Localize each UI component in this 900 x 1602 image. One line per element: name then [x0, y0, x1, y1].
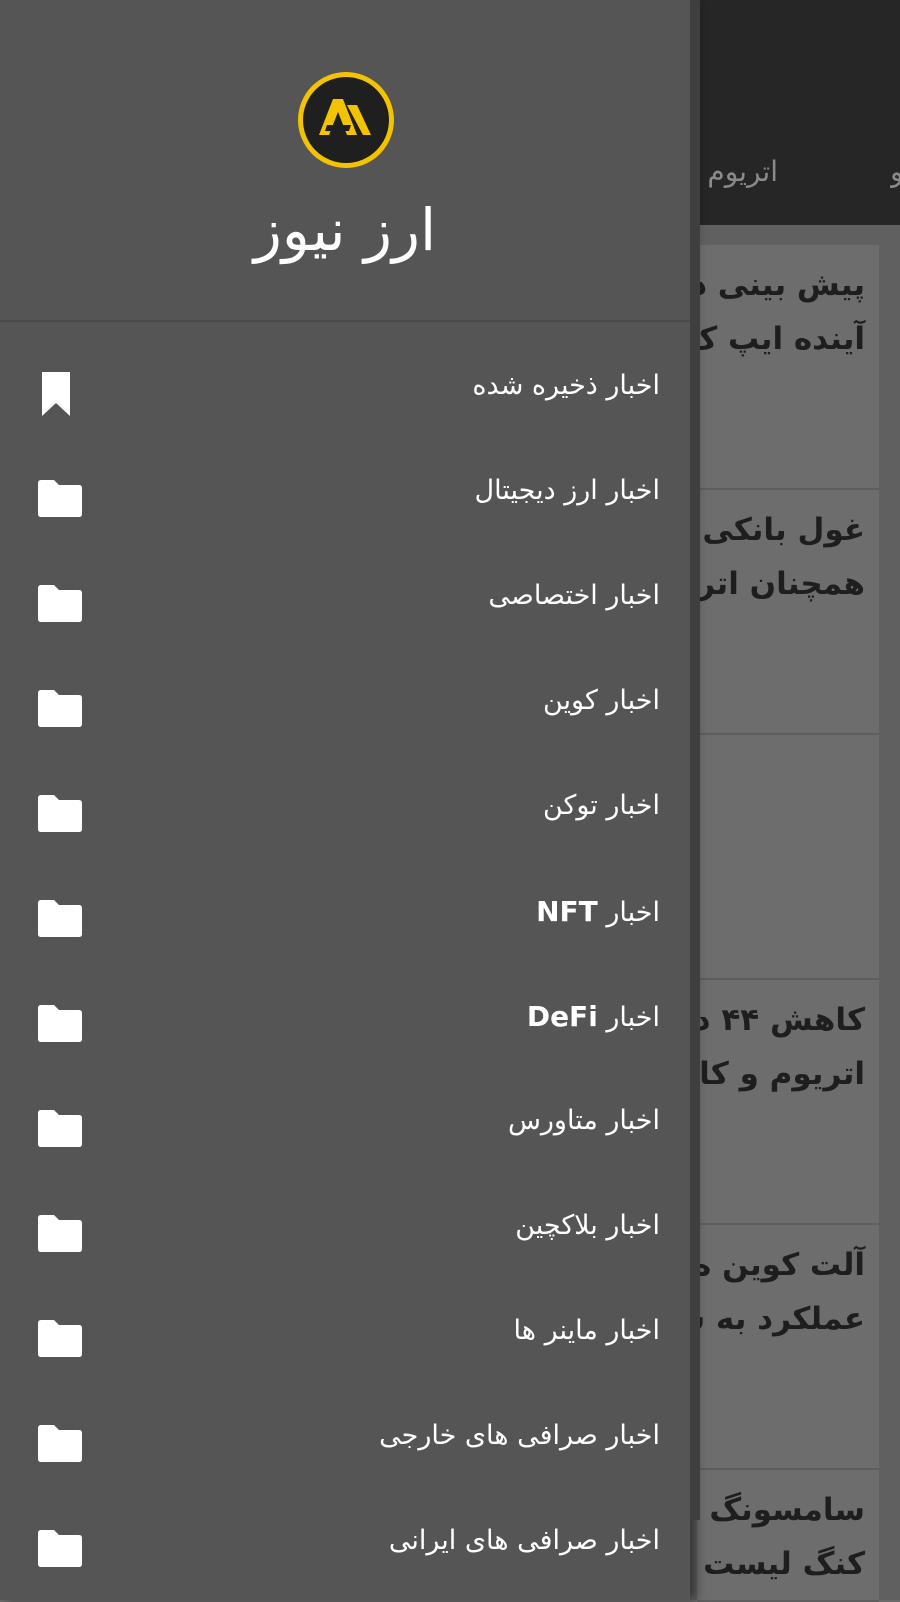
menu-item-coin-news[interactable]: اخبار کوین [0, 655, 690, 760]
tab-next[interactable]: و [890, 155, 900, 188]
news-card[interactable]: غول بانکی همچنان اتری [697, 490, 879, 735]
menu-item-label: اخبار صرافی های ایرانی [388, 1525, 660, 1556]
menu-item-miner-news[interactable]: اخبار ماینر ها [0, 1285, 690, 1390]
news-card[interactable]: کاهش ۴۴ د اتریوم و کا [697, 980, 879, 1225]
folder-icon [38, 690, 82, 727]
folder-icon [38, 1110, 82, 1147]
folder-icon [38, 1425, 82, 1462]
folder-icon [38, 585, 82, 622]
news-card[interactable]: آلت کوین ه عملکرد به ش [697, 1225, 879, 1470]
menu-item-label-word: اخبار [606, 1002, 660, 1033]
menu-item-token-news[interactable]: اخبار توکن [0, 760, 690, 865]
folder-icon [38, 1005, 82, 1042]
news-title-line: کاهش ۴۴ د [697, 1002, 865, 1038]
menu-item-label: اخبار بلاکچین [515, 1210, 660, 1241]
drawer-menu: اخبار ذخیره شده اخبار ارز دیجیتال اخبار … [0, 340, 690, 1600]
menu-item-label: اخبار صرافی های خارجی [379, 1420, 660, 1451]
drawer-scrollbar[interactable] [690, 0, 700, 1520]
menu-item-metaverse-news[interactable]: اخبار متاورس [0, 1075, 690, 1180]
menu-item-exclusive-news[interactable]: اخبار اختصاصی [0, 550, 690, 655]
folder-icon [38, 1530, 82, 1567]
news-title-line: غول بانکی [702, 512, 865, 548]
menu-item-label-latin: NFT [536, 895, 598, 928]
folder-icon [38, 900, 82, 937]
news-card[interactable] [697, 735, 879, 980]
folder-icon [38, 480, 82, 517]
news-card[interactable]: پیش بینی د آینده ایپ ک [697, 245, 879, 490]
menu-item-label: اخبار اختصاصی [488, 580, 660, 611]
news-title-line: اتریوم و کا [699, 1056, 865, 1092]
menu-item-saved-news[interactable]: اخبار ذخیره شده [0, 340, 690, 445]
news-title-line: آینده ایپ ک [697, 321, 865, 357]
menu-item-label: اخبار DeFi [527, 1000, 660, 1033]
folder-icon [38, 1320, 82, 1357]
app-logo [298, 72, 394, 168]
menu-item-iranian-exchange-news[interactable]: اخبار صرافی های ایرانی [0, 1495, 690, 1600]
menu-item-label: اخبار توکن [542, 790, 660, 821]
divider [0, 320, 690, 322]
menu-item-label-latin: DeFi [526, 1000, 598, 1033]
folder-icon [38, 795, 82, 832]
av-logo-icon [319, 99, 371, 135]
news-title-line: پیش بینی د [697, 267, 865, 303]
tab-ethereum[interactable]: اتریوم [707, 155, 778, 188]
menu-item-blockchain-news[interactable]: اخبار بلاکچین [0, 1180, 690, 1285]
menu-item-defi-news[interactable]: اخبار DeFi [0, 970, 690, 1075]
news-title-line: عملکرد به ش [697, 1301, 865, 1337]
folder-icon [38, 1215, 82, 1252]
news-title-line: آلت کوین ه [697, 1247, 865, 1283]
news-title-line: سامسونگ ت [697, 1492, 865, 1528]
news-title-line: همچنان اتری [697, 566, 865, 602]
menu-item-label-word: اخبار [606, 897, 660, 928]
menu-item-foreign-exchange-news[interactable]: اخبار صرافی های خارجی [0, 1390, 690, 1495]
menu-item-label: اخبار NFT [536, 895, 660, 928]
bookmark-icon [42, 372, 70, 416]
menu-item-nft-news[interactable]: اخبار NFT [0, 865, 690, 970]
navigation-drawer: ارز نیوز اخبار ذخیره شده اخبار ارز دیجیت… [0, 0, 690, 1600]
menu-item-label: اخبار ماینر ها [513, 1315, 660, 1346]
news-title-line: کنگ لیست [703, 1546, 865, 1582]
news-card[interactable]: سامسونگ ت کنگ لیست [697, 1470, 879, 1602]
menu-item-label: اخبار ارز دیجیتال [474, 475, 660, 506]
menu-item-label: اخبار کوین [542, 685, 660, 716]
menu-item-label: اخبار متاورس [507, 1105, 660, 1136]
app-title: ارز نیوز [253, 196, 437, 264]
menu-item-label: اخبار ذخیره شده [472, 370, 660, 401]
menu-item-crypto-news[interactable]: اخبار ارز دیجیتال [0, 445, 690, 550]
